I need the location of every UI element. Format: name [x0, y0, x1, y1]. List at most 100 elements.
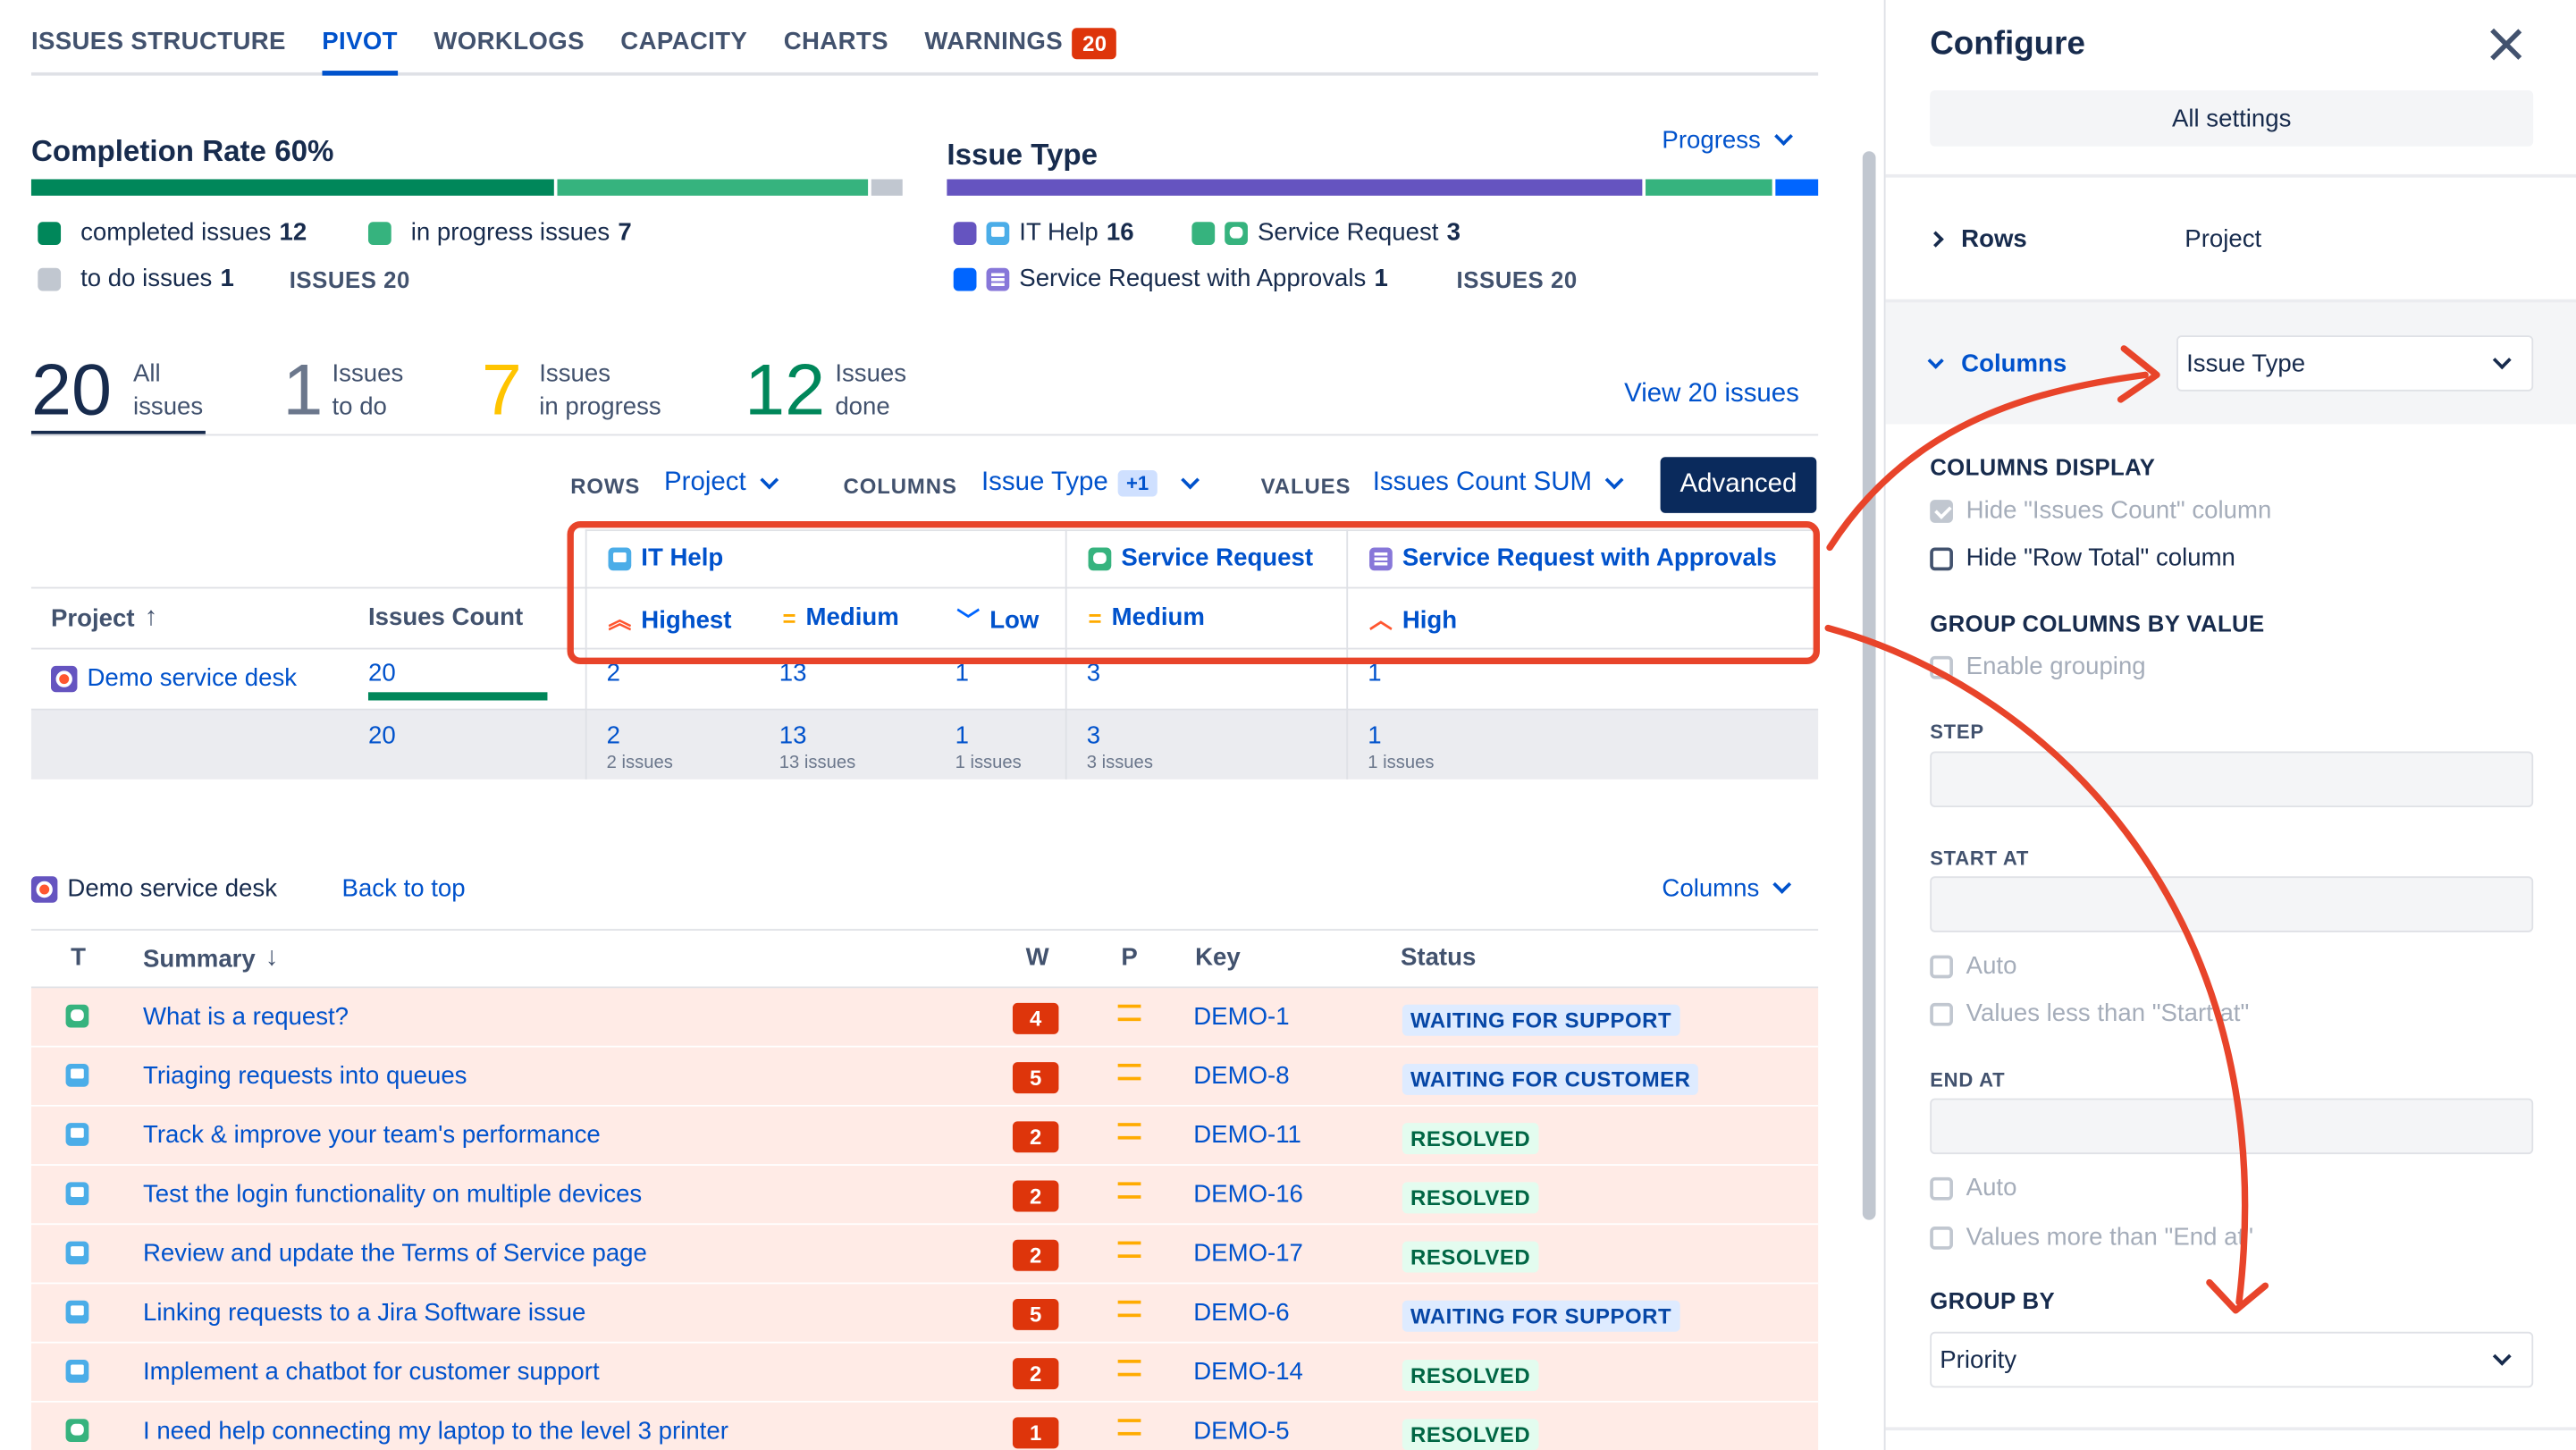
enable-grouping-checkbox[interactable]: Enable grouping — [1930, 653, 2146, 680]
hide-total-checkbox[interactable]: Hide "Row Total" column — [1930, 544, 2235, 572]
columns-select[interactable]: Issue Type — [2176, 335, 2534, 392]
table-row[interactable]: What is a request? 4 DEMO-1 WAITING FOR SUP… — [30, 988, 1819, 1048]
close-icon[interactable] — [2488, 26, 2523, 62]
table-row[interactable]: Test the login functionality on multiple… — [30, 1165, 1819, 1226]
pivot-total-cell[interactable]: 3 — [1087, 721, 1100, 749]
col-header-key[interactable]: Key — [1195, 944, 1241, 972]
issue-summary[interactable]: I need help connecting my laptop to the … — [143, 1417, 728, 1445]
all-settings-button[interactable]: All settings — [1930, 90, 2534, 147]
legend-completed-swatch — [38, 221, 62, 245]
issue-key[interactable]: DEMO-14 — [1193, 1358, 1303, 1386]
warnings-badge[interactable]: 5 — [1012, 1298, 1059, 1330]
group-by-select[interactable]: Priority — [1930, 1331, 2534, 1388]
status-badge: RESOLVED — [1402, 1360, 1539, 1391]
service-request-icon — [65, 1419, 89, 1442]
col-header-type[interactable]: T — [71, 944, 86, 972]
pivot-total-cell[interactable]: 2 — [607, 721, 620, 749]
step-input[interactable] — [1930, 751, 2534, 808]
legend-in-progress-swatch — [367, 221, 391, 245]
legend-completed: completed issues 12 — [38, 219, 307, 247]
table-row[interactable]: Review and update the Terms of Service p… — [30, 1225, 1819, 1285]
warnings-count-badge: 20 — [1073, 28, 1117, 60]
col-header-p[interactable]: P — [1121, 944, 1137, 972]
issue-key[interactable]: DEMO-6 — [1193, 1299, 1289, 1327]
issue-summary[interactable]: What is a request? — [143, 1003, 349, 1031]
issue-summary[interactable]: Triaging requests into queues — [143, 1062, 467, 1090]
col-header-w[interactable]: W — [1026, 944, 1049, 972]
issue-key[interactable]: DEMO-1 — [1193, 1003, 1289, 1031]
legend-completed-label: completed issues — [80, 218, 272, 247]
legend-completed-count: 12 — [279, 218, 307, 247]
table-row[interactable]: Linking requests to a Jira Software issu… — [30, 1284, 1819, 1344]
start-auto-checkbox[interactable]: Auto — [1930, 952, 2016, 980]
tab-capacity[interactable]: CAPACITY — [620, 16, 747, 72]
less-than-checkbox[interactable]: Values less than "Start at" — [1930, 999, 2249, 1028]
columns-section-toggle[interactable]: Columns — [1927, 350, 2067, 378]
issue-key[interactable]: DEMO-17 — [1193, 1240, 1303, 1268]
warnings-badge[interactable]: 2 — [1012, 1180, 1059, 1212]
warnings-badge[interactable]: 2 — [1012, 1121, 1059, 1153]
tab-worklogs[interactable]: WORKLOGS — [434, 16, 584, 72]
tab-issues-structure[interactable]: ISSUES STRUCTURE — [31, 16, 286, 72]
pivot-row-count[interactable]: 20 — [368, 660, 396, 687]
checkbox-icon — [1930, 1176, 1953, 1200]
col-header-status[interactable]: Status — [1401, 944, 1476, 972]
status-badge: RESOLVED — [1402, 1123, 1539, 1155]
pivot-total-sub: 1 issues — [1368, 753, 1435, 773]
pivot-count-header[interactable]: Issues Count — [368, 603, 523, 631]
more-than-checkbox[interactable]: Values more than "End at" — [1930, 1223, 2253, 1252]
warnings-badge[interactable]: 5 — [1012, 1062, 1059, 1094]
columns-dropdown[interactable]: Issue Type +1 — [981, 468, 1200, 498]
view-issues-link[interactable]: View 20 issues — [1624, 380, 1799, 409]
table-row[interactable]: Implement a chatbot for customer support… — [30, 1343, 1819, 1403]
tab-charts[interactable]: CHARTS — [784, 16, 888, 72]
issue-key[interactable]: DEMO-11 — [1193, 1121, 1301, 1149]
stat-todo-number[interactable]: 1 — [282, 354, 323, 427]
service-request-icon — [1225, 221, 1248, 245]
main-scrollbar[interactable] — [1862, 151, 1876, 1220]
issue-summary[interactable]: Test the login functionality on multiple… — [143, 1181, 642, 1209]
tab-pivot[interactable]: PIVOT — [322, 16, 398, 76]
completion-rate-value: 60% — [274, 134, 334, 168]
issue-summary[interactable]: Review and update the Terms of Service p… — [143, 1240, 647, 1268]
rows-dropdown[interactable]: Project — [664, 468, 779, 498]
tab-warnings[interactable]: WARNINGS 20 — [924, 16, 1117, 72]
issue-key[interactable]: DEMO-8 — [1193, 1062, 1289, 1090]
table-row[interactable]: Triaging requests into queues 5 DEMO-8 WAIT… — [30, 1047, 1819, 1107]
pivot-total-cell[interactable]: 1 — [1368, 721, 1381, 749]
legend-todo-count: 1 — [220, 265, 234, 293]
end-at-input[interactable] — [1930, 1098, 2534, 1155]
values-dropdown[interactable]: Issues Count SUM — [1373, 468, 1625, 498]
warnings-badge[interactable]: 4 — [1012, 1002, 1059, 1034]
warnings-badge[interactable]: 2 — [1012, 1239, 1059, 1271]
advanced-button[interactable]: Advanced — [1660, 457, 1817, 513]
pivot-total-cell[interactable]: 1 — [955, 721, 969, 749]
legend-it-help: IT Help 16 — [953, 219, 1134, 247]
pivot-project-header[interactable]: Project ↑ — [51, 603, 157, 633]
columns-button[interactable]: Columns — [1662, 874, 1792, 903]
start-at-input[interactable] — [1930, 876, 2534, 932]
status-badge: RESOLVED — [1402, 1419, 1539, 1450]
stat-todo-label: Issues to do — [332, 359, 404, 421]
pivot-total-count[interactable]: 20 — [368, 721, 396, 749]
hide-count-checkbox[interactable]: Hide "Issues Count" column — [1930, 496, 2271, 525]
table-row[interactable]: I need help connecting my laptop to the … — [30, 1402, 1819, 1450]
end-auto-checkbox[interactable]: Auto — [1930, 1174, 2016, 1201]
col-header-summary[interactable]: Summary ↓ — [143, 944, 279, 974]
back-to-top-link[interactable]: Back to top — [342, 874, 466, 902]
stat-done-number[interactable]: 12 — [745, 354, 825, 427]
pivot-row-project[interactable]: Demo service desk — [51, 664, 297, 692]
progress-dropdown[interactable]: Progress — [1662, 127, 1793, 155]
warnings-badge[interactable]: 1 — [1012, 1417, 1059, 1449]
warnings-badge[interactable]: 2 — [1012, 1358, 1059, 1390]
issue-key[interactable]: DEMO-5 — [1193, 1417, 1289, 1445]
issue-summary[interactable]: Implement a chatbot for customer support — [143, 1358, 600, 1386]
stat-in-progress-number[interactable]: 7 — [482, 354, 522, 427]
stat-all-number[interactable]: 20 — [31, 354, 112, 427]
issue-key[interactable]: DEMO-16 — [1193, 1181, 1303, 1209]
issue-summary[interactable]: Linking requests to a Jira Software issu… — [143, 1299, 585, 1327]
issue-summary[interactable]: Track & improve your team's performance — [143, 1121, 601, 1149]
pivot-total-cell[interactable]: 13 — [779, 721, 807, 749]
rows-section-toggle[interactable]: Rows — [1927, 225, 2027, 253]
table-row[interactable]: Track & improve your team's performance 2… — [30, 1106, 1819, 1166]
